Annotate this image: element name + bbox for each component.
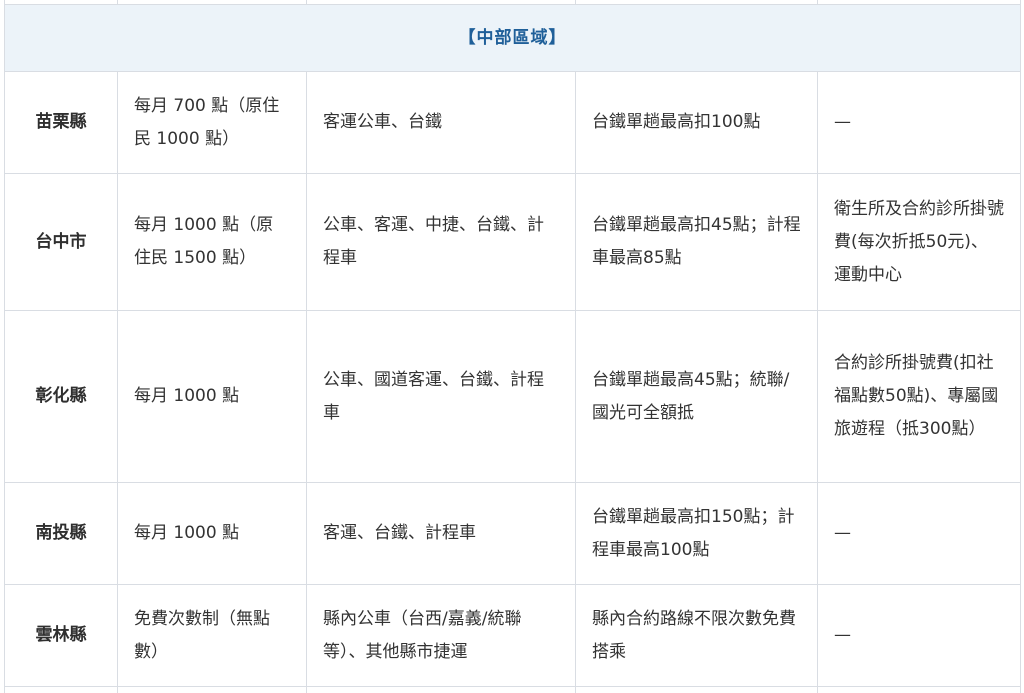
county-name: 雲林縣 xyxy=(4,584,118,687)
county-name: 台中市 xyxy=(4,173,118,311)
table-row: 彰化縣 每月 1000 點 公車、國道客運、台鐵、計程車 台鐵單趟最高45點；統… xyxy=(4,310,1021,483)
other-uses: 衛生所及合約診所掛號費(每次折抵50元)、運動中心 xyxy=(817,173,1021,311)
county-name: 苗栗縣 xyxy=(4,71,118,174)
section-header-row: 【中部區域】 xyxy=(4,4,1021,72)
monthly-points: 每月 1000 點 xyxy=(117,310,307,483)
other-uses: — xyxy=(817,71,1021,174)
county-name: 彰化縣 xyxy=(4,310,118,483)
usage-limit: 台鐵單趟最高扣150點；計程車最高100點 xyxy=(575,482,818,585)
benefits-table-container: 【中部區域】 苗栗縣 每月 700 點（原住民 1000 點） 客運公車、台鐵 … xyxy=(4,0,1021,693)
monthly-points: 每月 1000 點 xyxy=(117,482,307,585)
other-uses: 合約診所掛號費(扣社福點數50點)、專屬國旅遊程（抵300點） xyxy=(817,310,1021,483)
transport-modes: 公車、國道客運、台鐵、計程車 xyxy=(306,310,576,483)
usage-limit: 台鐵單趟最高扣100點 xyxy=(575,71,818,174)
table-row: 南投縣 每月 1000 點 客運、台鐵、計程車 台鐵單趟最高扣150點；計程車最… xyxy=(4,482,1021,585)
monthly-points: 每月 1000 點（原住民 1500 點） xyxy=(117,173,307,311)
transport-modes: 客運、台鐵、計程車 xyxy=(306,482,576,585)
transport-modes: 客運公車、台鐵 xyxy=(306,71,576,174)
county-name: 南投縣 xyxy=(4,482,118,585)
transport-modes: 縣內公車（台西/嘉義/統聯等）、其他縣市捷運 xyxy=(306,584,576,687)
table-row: 雲林縣 免費次數制（無點數） 縣內公車（台西/嘉義/統聯等）、其他縣市捷運 縣內… xyxy=(4,584,1021,687)
usage-limit: 台鐵單趟最高扣45點；計程車最高85點 xyxy=(575,173,818,311)
section-title: 【中部區域】 xyxy=(4,4,1021,72)
table-row: 台中市 每月 1000 點（原住民 1500 點） 公車、客運、中捷、台鐵、計程… xyxy=(4,173,1021,311)
next-row-stub xyxy=(4,686,1021,693)
usage-limit: 縣內合約路線不限次數免費搭乘 xyxy=(575,584,818,687)
usage-limit: 台鐵單趟最高45點；統聯/國光可全額抵 xyxy=(575,310,818,483)
other-uses: — xyxy=(817,482,1021,585)
benefits-table: 【中部區域】 苗栗縣 每月 700 點（原住民 1000 點） 客運公車、台鐵 … xyxy=(4,0,1021,693)
monthly-points: 免費次數制（無點數） xyxy=(117,584,307,687)
table-row: 苗栗縣 每月 700 點（原住民 1000 點） 客運公車、台鐵 台鐵單趟最高扣… xyxy=(4,71,1021,174)
other-uses: — xyxy=(817,584,1021,687)
transport-modes: 公車、客運、中捷、台鐵、計程車 xyxy=(306,173,576,311)
monthly-points: 每月 700 點（原住民 1000 點） xyxy=(117,71,307,174)
